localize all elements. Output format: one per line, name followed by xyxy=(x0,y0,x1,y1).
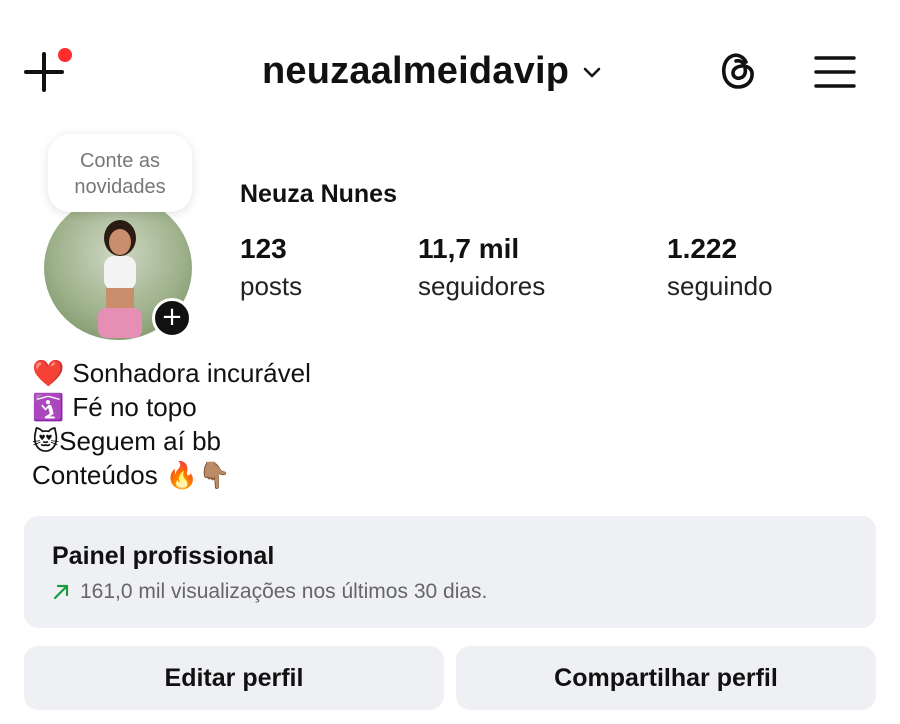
profile-header: neuzaalmeidavip xyxy=(0,36,900,108)
stat-value: 1.222 xyxy=(667,233,738,264)
avatar-photo xyxy=(98,220,142,338)
bio-text: Sonhadora incurável xyxy=(72,358,311,388)
posts-count[interactable]: 123 posts xyxy=(240,232,302,306)
stat-label: seguindo xyxy=(667,271,773,301)
worship-emoji: 🛐 xyxy=(32,392,65,422)
bio-line: 😻 Seguem aí bb xyxy=(32,424,311,458)
bio-line: ❤️ Sonhadora incurável xyxy=(32,356,311,390)
note-text-line1: Conte as xyxy=(79,150,161,172)
username: neuzaalmeidavip xyxy=(262,49,570,92)
share-profile-button[interactable]: Compartilhar perfil xyxy=(456,646,876,710)
bio-text: Conteúdos xyxy=(32,460,158,490)
edit-profile-button[interactable]: Editar perfil xyxy=(24,646,444,710)
followers-count[interactable]: 11,7 mil seguidores xyxy=(418,232,545,306)
display-name: Neuza Nunes xyxy=(240,180,397,208)
bio-text: Fé no topo xyxy=(72,392,197,422)
threads-button[interactable] xyxy=(716,48,764,96)
stat-value: 11,7 mil xyxy=(418,233,520,264)
professional-dashboard[interactable]: Painel profissional 161,0 mil visualizaç… xyxy=(24,516,876,628)
create-button[interactable] xyxy=(22,48,72,98)
note-text-line2: novidades xyxy=(74,176,166,198)
stat-label: posts xyxy=(240,271,303,301)
panel-title: Painel profissional xyxy=(52,542,275,570)
bio-text: Seguem aí bb xyxy=(59,426,221,456)
bio-line: Conteúdos 🔥👇🏽 xyxy=(32,458,311,492)
menu-button[interactable] xyxy=(812,48,860,96)
note-bubble[interactable]: Conte as novidades xyxy=(48,134,192,212)
following-count[interactable]: 1.222 seguindo xyxy=(667,232,773,306)
heart-eyes-cat-emoji: 😻 xyxy=(32,426,60,456)
hamburger-menu-icon xyxy=(814,56,856,88)
panel-subtitle: 161,0 mil visualizações nos últimos 30 d… xyxy=(52,580,487,604)
fire-pointing-down-emoji: 🔥👇🏽 xyxy=(165,460,231,490)
heart-emoji: ❤️ xyxy=(32,358,65,388)
stat-label: seguidores xyxy=(418,271,546,301)
account-switcher[interactable]: neuzaalmeidavip xyxy=(262,46,601,96)
bio-line: 🛐 Fé no topo xyxy=(32,390,311,424)
stat-value: 123 xyxy=(240,233,287,264)
notification-dot xyxy=(58,48,72,62)
views-summary: 161,0 mil visualizações nos últimos 30 d… xyxy=(80,580,488,603)
threads-icon xyxy=(721,53,754,89)
trend-up-arrow-icon xyxy=(53,584,69,600)
add-story-button[interactable]: + xyxy=(152,298,192,338)
chevron-down-icon xyxy=(583,67,601,78)
profile-bio: ❤️ Sonhadora incurável 🛐 Fé no topo 😻 Se… xyxy=(32,356,311,492)
